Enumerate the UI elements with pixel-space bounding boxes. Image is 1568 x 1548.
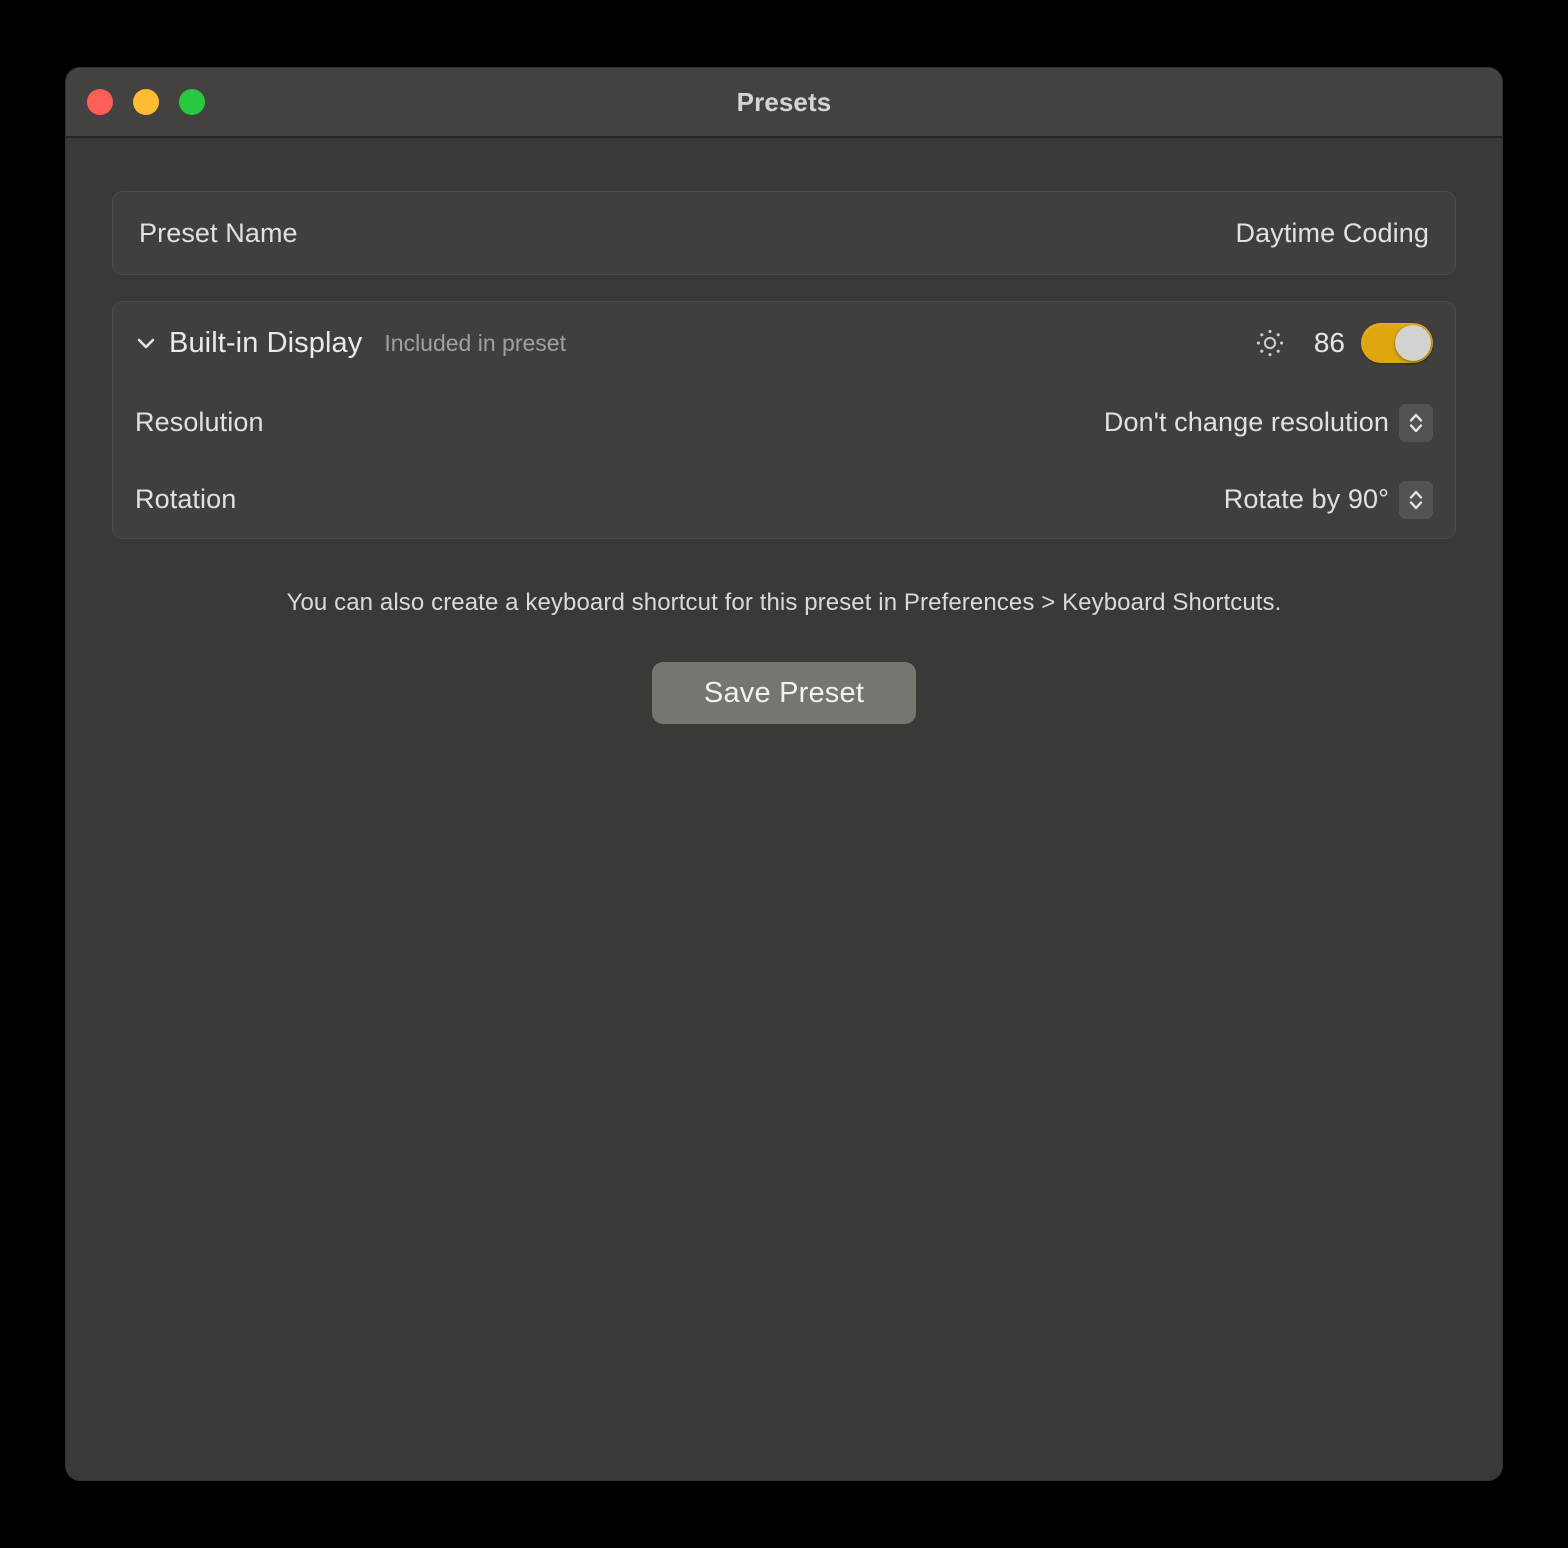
window-title: Presets — [736, 86, 832, 117]
rotation-popup-button[interactable]: Rotate by 90° — [1223, 480, 1433, 519]
presets-window: Presets Preset Name Daytime Coding Built… — [66, 68, 1502, 1480]
screen: Presets Preset Name Daytime Coding Built… — [0, 0, 1568, 1548]
preset-name-label: Preset Name — [139, 217, 298, 248]
rotation-row: Rotation Rotate by 90° — [135, 461, 1433, 538]
preset-name-value[interactable]: Daytime Coding — [1236, 218, 1430, 249]
window-content: Preset Name Daytime Coding Built-in Disp… — [66, 191, 1502, 1480]
display-disclosure-group[interactable]: Built-in Display Included in preset — [135, 327, 566, 360]
keyboard-shortcut-note: You can also create a keyboard shortcut … — [286, 589, 1282, 616]
rotation-label: Rotation — [135, 484, 237, 514]
built-in-display-header: Built-in Display Included in preset 86 — [135, 302, 1433, 384]
rotation-value: Rotate by 90° — [1223, 484, 1389, 514]
traffic-light-group — [87, 89, 205, 115]
toggle-knob — [1395, 325, 1431, 361]
save-button-container: Save Preset — [66, 662, 1502, 724]
zoom-window-button[interactable] — [179, 89, 205, 115]
display-included-label: Included in preset — [384, 329, 566, 356]
window-titlebar: Presets — [66, 68, 1502, 138]
resolution-row: Resolution Don't change resolution — [135, 384, 1433, 461]
save-preset-button[interactable]: Save Preset — [651, 662, 917, 724]
resolution-label: Resolution — [135, 407, 264, 437]
resolution-popup-button[interactable]: Don't change resolution — [1103, 403, 1433, 442]
close-window-button[interactable] — [87, 89, 113, 115]
chevron-down-icon[interactable] — [135, 332, 157, 354]
chevron-up-down-icon[interactable] — [1399, 480, 1433, 519]
minimize-window-button[interactable] — [133, 89, 159, 115]
brightness-control-group: 86 — [1255, 323, 1433, 363]
chevron-up-down-icon[interactable] — [1399, 403, 1433, 442]
display-enabled-toggle[interactable] — [1361, 323, 1433, 363]
display-name-label: Built-in Display — [169, 326, 363, 359]
resolution-value: Don't change resolution — [1103, 407, 1389, 437]
brightness-sun-icon — [1255, 328, 1285, 358]
built-in-display-panel: Built-in Display Included in preset 86 R… — [112, 301, 1456, 539]
brightness-value: 86 — [1313, 327, 1345, 358]
preset-name-row[interactable]: Preset Name Daytime Coding — [112, 191, 1456, 275]
